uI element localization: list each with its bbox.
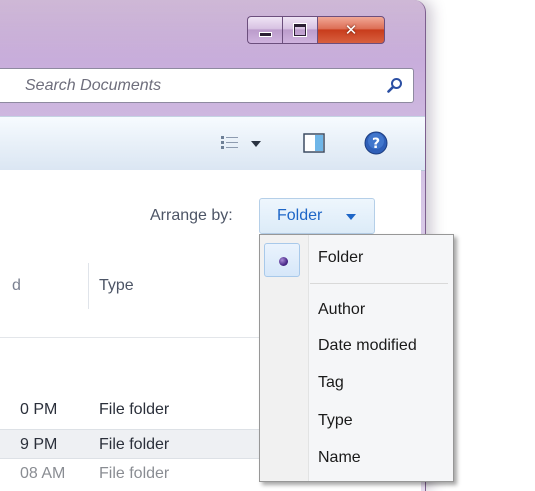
caption-buttons: ✕ (247, 16, 385, 44)
arrange-by-dropdown[interactable]: Folder (259, 198, 375, 234)
menu-item-author[interactable]: Author (318, 301, 365, 319)
row-type: File folder (99, 401, 170, 418)
menu-item-tag[interactable]: Tag (318, 374, 344, 392)
search-box[interactable]: Search Documents (0, 68, 414, 103)
maximize-icon (294, 24, 306, 36)
view-options-icon[interactable] (220, 134, 240, 152)
arrange-by-value: Folder (277, 207, 323, 224)
arrange-by-label: Arrange by: (150, 207, 233, 224)
column-header-date-modified[interactable]: d (12, 277, 21, 295)
menu-item-name[interactable]: Name (318, 449, 361, 467)
maximize-button[interactable] (282, 16, 317, 44)
row-date: 08 AM (20, 465, 66, 482)
column-divider[interactable] (88, 263, 89, 309)
close-button[interactable]: ✕ (317, 16, 385, 44)
menu-item-folder[interactable]: Folder (318, 249, 363, 267)
column-header-type[interactable]: Type (99, 277, 134, 295)
help-icon[interactable]: ? (364, 131, 388, 155)
minimize-button[interactable] (247, 16, 282, 44)
close-icon: ✕ (344, 21, 358, 39)
svg-text:?: ? (372, 136, 380, 152)
search-placeholder: Search Documents (25, 77, 162, 94)
chevron-down-icon (346, 214, 356, 220)
menu-separator (310, 283, 448, 284)
selected-indicator (264, 243, 300, 277)
row-type: File folder (99, 465, 170, 482)
row-date: 0 PM (20, 401, 58, 418)
menu-item-type[interactable]: Type (318, 412, 353, 430)
arrange-by-menu: Folder Author Date modified Tag Type Nam… (259, 234, 454, 482)
minimize-icon (258, 31, 272, 37)
preview-pane-icon[interactable] (303, 133, 325, 153)
row-date: 9 PM (20, 436, 58, 453)
radio-bullet-icon (279, 257, 288, 266)
dropdown-caret-icon[interactable] (251, 141, 261, 148)
command-bar: ? (0, 116, 425, 171)
search-icon[interactable] (387, 77, 403, 93)
menu-icon-gutter (260, 235, 309, 481)
menu-item-date-modified[interactable]: Date modified (318, 337, 417, 355)
row-type: File folder (99, 436, 170, 453)
